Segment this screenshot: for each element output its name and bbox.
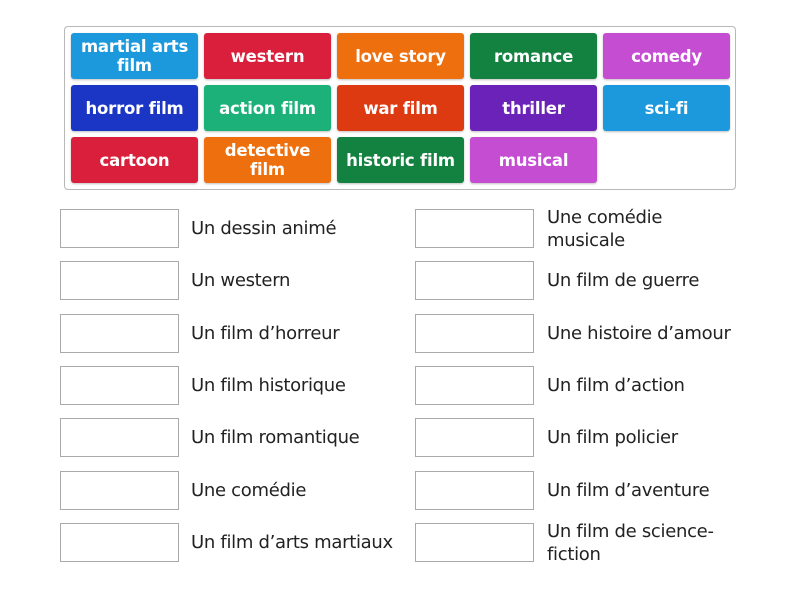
drop-box-right-2[interactable] (415, 261, 534, 300)
target-label: Une comédie (191, 480, 307, 501)
tile-label: western (230, 46, 305, 66)
drop-box-left-6[interactable] (60, 471, 179, 510)
tile-comedy[interactable]: comedy (603, 33, 730, 79)
drop-box-right-5[interactable] (415, 418, 534, 457)
tile-thriller[interactable]: thriller (470, 85, 597, 131)
tile-label: musical (498, 150, 569, 170)
target-label: Un film d’horreur (191, 323, 340, 344)
drop-box-right-4[interactable] (415, 366, 534, 405)
tile-label: horror film (85, 98, 184, 118)
tile-label: love story (355, 46, 446, 66)
tile-label: war film (363, 98, 438, 118)
tile-label: romance (493, 46, 574, 66)
tile-sci-fi[interactable]: sci-fi (603, 85, 730, 131)
tile-label: cartoon (99, 150, 170, 170)
tile-cartoon[interactable]: cartoon (71, 137, 198, 183)
tile-label: martial arts film (80, 37, 189, 75)
drop-box-left-1[interactable] (60, 209, 179, 248)
target-label: Un film policier (547, 427, 678, 448)
target-label: Un film d’aventure (547, 480, 710, 501)
target-label: Un film de science-fiction (547, 521, 714, 565)
tile-love-story[interactable]: love story (337, 33, 464, 79)
tile-romance[interactable]: romance (470, 33, 597, 79)
tile-action-film[interactable]: action film (204, 85, 331, 131)
tile-historic-film[interactable]: historic film (337, 137, 464, 183)
target-label: Une comédie musicale (547, 207, 663, 251)
target-label: Un film historique (191, 375, 346, 396)
drop-box-right-1[interactable] (415, 209, 534, 248)
drop-box-right-3[interactable] (415, 314, 534, 353)
tile-war-film[interactable]: war film (337, 85, 464, 131)
target-label: Un film d’arts martiaux (191, 532, 393, 553)
tile-western[interactable]: western (204, 33, 331, 79)
tile-detective-film[interactable]: detective film (204, 137, 331, 183)
target-label: Un film de guerre (547, 270, 700, 291)
tile-label: detective film (224, 141, 311, 179)
tile-label: sci-fi (644, 98, 689, 118)
target-label: Un western (191, 270, 291, 291)
tile-label: thriller (502, 98, 565, 118)
tile-musical[interactable]: musical (470, 137, 597, 183)
drop-box-right-6[interactable] (415, 471, 534, 510)
tile-martial-arts-film[interactable]: martial arts film (71, 33, 198, 79)
drop-box-right-7[interactable] (415, 523, 534, 562)
target-label: Un film d’action (547, 375, 685, 396)
tile-horror-film[interactable]: horror film (71, 85, 198, 131)
drop-box-left-4[interactable] (60, 366, 179, 405)
drop-box-left-3[interactable] (60, 314, 179, 353)
target-label: Un film romantique (191, 427, 360, 448)
drop-box-left-7[interactable] (60, 523, 179, 562)
tile-label: historic film (346, 150, 455, 170)
target-label: Une histoire d’amour (547, 323, 731, 344)
tile-label: action film (219, 98, 316, 118)
target-label: Un dessin animé (191, 218, 337, 239)
tile-label: comedy (631, 46, 702, 66)
drop-box-left-2[interactable] (60, 261, 179, 300)
drop-box-left-5[interactable] (60, 418, 179, 457)
